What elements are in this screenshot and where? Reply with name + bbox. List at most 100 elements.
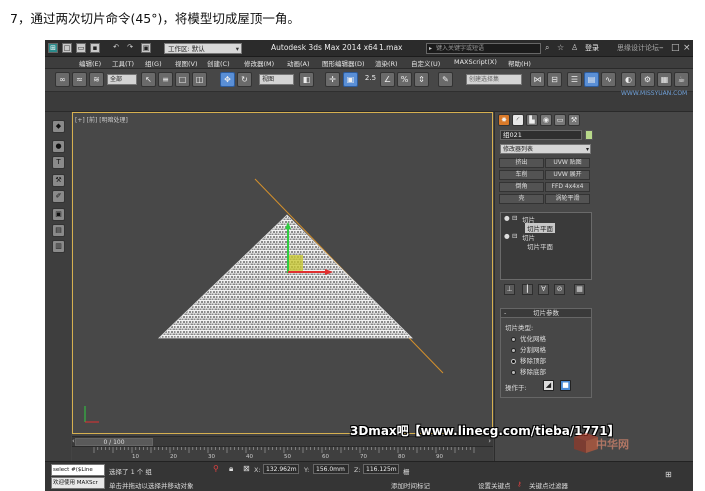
shirt-icon[interactable]: T	[52, 156, 65, 169]
lathe-button[interactable]: 车削	[499, 170, 544, 180]
show-end-result-icon[interactable]: ┃	[522, 284, 533, 295]
window-crossing-icon[interactable]: ◫	[192, 72, 207, 87]
app-logo-icon[interactable]: ⊞	[48, 43, 58, 53]
modifier-list-dropdown[interactable]: 修改器列表	[500, 144, 591, 154]
stack-item-slice-plane[interactable]: 切片平面	[527, 241, 553, 251]
select-object-icon[interactable]: ↖	[141, 72, 156, 87]
select-rotate-icon[interactable]: ↻	[237, 72, 252, 87]
reference-coord-dropdown[interactable]: 视图	[259, 74, 294, 85]
menu-views[interactable]: 视图(V)	[175, 58, 198, 68]
snap-toggle-icon[interactable]: 2.5	[363, 72, 378, 87]
select-manipulate-icon[interactable]: ✛	[325, 72, 340, 87]
open-file-icon[interactable]: ▭	[76, 43, 86, 53]
mirror-icon[interactable]: ⋈	[530, 72, 545, 87]
option-remove-top[interactable]: 移除顶部	[511, 355, 546, 365]
hierarchy-tab-icon[interactable]: ▙	[526, 114, 538, 126]
front-viewport[interactable]: [+] [前] [明暗处理]	[72, 112, 493, 434]
percent-snap-icon[interactable]: %	[397, 72, 412, 87]
ffd-button[interactable]: FFD 4x4x4	[545, 182, 590, 192]
edit-named-sets-icon[interactable]: ✎	[438, 72, 453, 87]
operate-poly-icon[interactable]: ■	[560, 380, 571, 391]
lock-icon[interactable]: 🔒︎	[229, 464, 233, 474]
hide-icon[interactable]: ▥	[52, 240, 65, 253]
menu-animation[interactable]: 动画(A)	[287, 58, 310, 68]
project-folder-icon[interactable]: ▣	[141, 43, 151, 53]
star-icon[interactable]: ☆	[557, 43, 564, 52]
x-coordinate-field[interactable]: 132.962m	[263, 464, 299, 474]
motion-tab-icon[interactable]: ◉	[540, 114, 552, 126]
turbosmooth-button[interactable]: 涡轮平滑	[545, 194, 590, 204]
freeze-icon[interactable]: ▤	[52, 224, 65, 237]
select-by-name-icon[interactable]: ≡	[158, 72, 173, 87]
render-setup-icon[interactable]: ⚙	[640, 72, 655, 87]
menu-customize[interactable]: 自定义(U)	[411, 58, 440, 68]
remove-modifier-icon[interactable]: ⊘	[554, 284, 565, 295]
render-production-icon[interactable]: ☕	[674, 72, 689, 87]
maximize-icon[interactable]: □	[671, 42, 680, 54]
align-icon[interactable]: ⊟	[547, 72, 562, 87]
pivot-center-icon[interactable]: ◧	[299, 72, 314, 87]
user-icon[interactable]: ♙	[571, 43, 578, 52]
close-icon[interactable]: ×	[683, 42, 691, 54]
spinner-snap-icon[interactable]: ⇕	[414, 72, 429, 87]
operate-face-icon[interactable]: ◢	[543, 380, 554, 391]
menu-modifiers[interactable]: 修改器(M)	[244, 58, 274, 68]
track-bar[interactable]: 10 20 30 40 50 60 70 80 90	[72, 446, 493, 461]
unlink-icon[interactable]: ≈	[72, 72, 87, 87]
wrench-icon[interactable]: ⚒	[52, 174, 65, 187]
keyboard-shortcut-icon[interactable]: ▣	[343, 72, 358, 87]
link-icon[interactable]: ∞	[55, 72, 70, 87]
modifier-stack[interactable]: ● ⊟ 切片 切片平面 ● ⊟ 切片 切片平面	[500, 212, 592, 280]
radio-icon[interactable]	[511, 347, 516, 353]
menu-tools[interactable]: 工具(T)	[112, 58, 134, 68]
maxscript-listener[interactable]: select #($Line	[51, 464, 105, 476]
selection-filter-dropdown[interactable]: 全部	[107, 74, 137, 85]
object-name-field[interactable]: 组021	[500, 130, 582, 140]
option-remove-bottom[interactable]: 移除底部	[511, 366, 546, 376]
gizmo-plane-handle[interactable]	[287, 255, 303, 271]
add-time-tag[interactable]: 添加时间标记	[391, 480, 430, 490]
collapse-icon[interactable]: -	[504, 309, 506, 317]
key-filters-button[interactable]: 关键点过滤器	[529, 480, 568, 490]
expand-icon[interactable]: ⊟	[512, 232, 517, 240]
workspace-dropdown[interactable]: 工作区: 默认	[164, 43, 242, 54]
option-split-mesh[interactable]: 分割网格	[511, 344, 546, 354]
menu-group[interactable]: 组(G)	[145, 58, 162, 68]
minimize-icon[interactable]: –	[659, 42, 664, 54]
viewport-label[interactable]: [+] [前] [明暗处理]	[75, 115, 128, 124]
menu-create[interactable]: 创建(C)	[207, 58, 230, 68]
time-slider-handle[interactable]: 0 / 100	[75, 438, 153, 446]
modify-tab-icon[interactable]: ◜	[512, 114, 524, 126]
key-icon[interactable]: ⚷	[517, 480, 522, 488]
bulb-icon[interactable]: ●	[504, 214, 510, 222]
bevel-button[interactable]: 倒角	[499, 182, 544, 192]
utilities-tab-icon[interactable]: ⚒	[568, 114, 580, 126]
maxscript-mini[interactable]: 欢迎使用 MAXScr	[51, 477, 105, 489]
configure-sets-icon[interactable]: ▦	[574, 284, 585, 295]
viewport-canvas[interactable]	[73, 113, 493, 434]
rectangle-selection-icon[interactable]: □	[175, 72, 190, 87]
menu-help[interactable]: 帮助(H)	[508, 58, 531, 68]
set-key-button[interactable]: 设置关键点	[478, 480, 511, 490]
new-file-icon[interactable]: □	[62, 43, 72, 53]
sphere-icon[interactable]: ●	[52, 140, 65, 153]
make-unique-icon[interactable]: ∀	[538, 284, 549, 295]
roof-mesh[interactable]	[158, 214, 413, 339]
rollout-header[interactable]: - 切片参数	[501, 309, 591, 318]
maximize-viewport-icon[interactable]: ⊞	[665, 470, 672, 479]
option-refine-mesh[interactable]: 优化网格	[511, 333, 546, 343]
menu-rendering[interactable]: 渲染(R)	[375, 58, 398, 68]
display-icon[interactable]: ▣	[52, 208, 65, 221]
menu-edit[interactable]: 编辑(E)	[79, 58, 101, 68]
create-tab-icon[interactable]: ✸	[498, 114, 510, 126]
select-move-icon[interactable]: ✥	[220, 72, 235, 87]
undo-icon[interactable]: ↶	[111, 43, 121, 53]
expand-icon[interactable]: ⊟	[512, 214, 517, 222]
uvw-map-button[interactable]: UVW 贴图	[545, 158, 590, 168]
search-icon[interactable]: ⌕	[545, 43, 549, 53]
layer-manager-icon[interactable]: ☰	[567, 72, 582, 87]
object-color-swatch[interactable]	[585, 130, 593, 140]
brush-icon[interactable]: ✐	[52, 190, 65, 203]
menu-graph-editors[interactable]: 图形编辑器(D)	[322, 58, 365, 68]
redo-icon[interactable]: ↷	[125, 43, 135, 53]
